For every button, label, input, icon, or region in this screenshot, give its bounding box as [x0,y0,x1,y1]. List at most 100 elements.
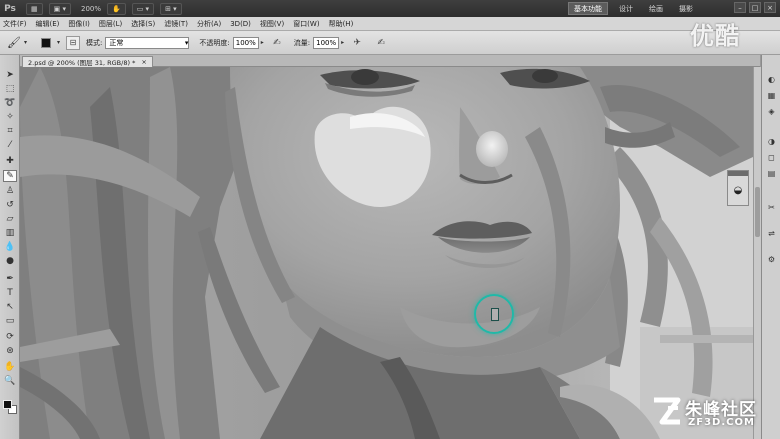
brush-picker-dropdown-icon[interactable]: ▾ [57,39,60,46]
eyedropper-tool-icon[interactable]: ⁄ [3,139,17,151]
path-selection-tool-icon[interactable]: ↖ [3,301,17,313]
close-icon[interactable]: × [141,58,146,66]
lasso-tool-icon[interactable]: ➰ [3,97,17,109]
opacity-label: 不透明度: [199,38,230,47]
chevron-down-icon: ▾ [184,38,189,47]
blur-tool-icon[interactable]: 💧 [3,241,17,253]
tool-options-bar: 🖌 ▾ ▾ ⊟ 模式: 正常 ▾ 不透明度: 100% ▸ ✍ 流量: 100%… [0,31,780,55]
menu-window[interactable]: 窗口(W) [293,19,319,29]
toolbox: ➤ ⬚ ➰ ✧ ⌗ ⁄ ✚ ✎ ♙ ↺ ▱ ▥ 💧 ● ✒ T ↖ ▭ ⟳ ⊛ … [0,55,20,439]
styles-panel-icon[interactable]: ◈ [765,105,778,118]
navigator-icon[interactable]: ◒ [729,182,747,198]
painting-artwork [20,67,753,439]
brush-size-swatch[interactable] [41,37,52,48]
menu-filter[interactable]: 滤镜(T) [164,19,188,29]
zf3d-site-url: ZF3D.COM [688,417,755,428]
app-bar: Ps ▦ ▣ ▾ 200% ✋ ▭ ▾ ⊞ ▾ 基本功能 设计 绘画 摄影 – … [0,0,780,17]
document-tab-bar: 2.psd @ 200% (图层 31, RGB/8) * × [20,55,760,67]
floating-panel-header[interactable] [728,171,748,176]
3d-rotate-tool-icon[interactable]: ⟳ [3,331,17,343]
blend-mode-select[interactable]: 正常 ▾ [105,36,190,49]
flow-input[interactable]: 100% [313,36,340,49]
clone-source-panel-icon[interactable]: ⚙ [765,253,778,266]
workspace-painting[interactable]: 绘画 [644,2,668,15]
workspace-design[interactable]: 设计 [614,2,638,15]
mode-label: 模式: [86,38,103,47]
menu-select[interactable]: 选择(S) [131,19,155,29]
quick-select-tool-icon[interactable]: ✧ [3,111,17,123]
healing-brush-tool-icon[interactable]: ✚ [3,155,17,167]
zoom-level[interactable]: 200% [81,5,101,13]
clone-stamp-tool-icon[interactable]: ♙ [3,185,17,197]
brush-preset-icon[interactable]: 🖌 [4,35,24,51]
scrollbar-thumb[interactable] [755,187,760,237]
brush-cursor-icon [491,308,499,321]
document-tab[interactable]: 2.psd @ 200% (图层 31, RGB/8) * × [22,56,153,67]
minimize-icon[interactable]: – [734,2,746,13]
menu-edit[interactable]: 编辑(E) [36,19,60,29]
close-icon[interactable]: × [764,2,776,13]
layers-panel-icon[interactable]: ▤ [765,167,778,180]
menu-analysis[interactable]: 分析(A) [197,19,221,29]
adjustments-panel-icon[interactable]: ◑ [765,135,778,148]
masks-panel-icon[interactable]: ◻ [765,151,778,164]
blend-mode-value: 正常 [109,38,124,47]
photoshop-window: Ps ▦ ▣ ▾ 200% ✋ ▭ ▾ ⊞ ▾ 基本功能 设计 绘画 摄影 – … [0,0,780,439]
arrange-documents-button[interactable]: ⊞ ▾ [160,2,182,15]
crop-tool-icon[interactable]: ⌗ [3,125,17,137]
canvas-area[interactable] [20,67,753,439]
gradient-tool-icon[interactable]: ▥ [3,227,17,239]
brush-panel-toggle-icon[interactable]: ⊟ [66,35,81,50]
youku-watermark: 优酷 [690,22,740,50]
opacity-input[interactable]: 100% [232,36,259,49]
vertical-scrollbar[interactable] [753,67,761,439]
workspace-essentials[interactable]: 基本功能 [568,2,608,15]
brush-preset-dropdown-icon[interactable]: ▾ [24,39,27,46]
workspace-switcher: 基本功能 设计 绘画 摄影 [568,2,698,15]
hand-tool-icon[interactable]: ✋ [3,361,17,373]
menu-bar: 文件(F) 编辑(E) 图像(I) 图层(L) 选择(S) 滤镜(T) 分析(A… [0,17,780,31]
pen-tool-icon[interactable]: ✒ [3,273,17,285]
zf3d-logo-icon [654,397,681,425]
brushes-panel-icon[interactable]: ✂ [765,201,778,214]
photoshop-logo: Ps [4,3,16,14]
dodge-tool-icon[interactable]: ● [3,255,17,267]
type-tool-icon[interactable]: T [3,287,17,299]
channels-panel-icon[interactable]: ⇌ [765,227,778,240]
menu-3d[interactable]: 3D(D) [230,20,251,28]
history-brush-tool-icon[interactable]: ↺ [3,199,17,211]
pressure-opacity-icon[interactable]: ✍ [270,36,284,50]
brush-cursor [474,294,514,334]
panel-dock: ◐ ▦ ◈ ◑ ◻ ▤ ✂ ⇌ ⚙ [761,55,780,439]
foreground-color-swatch[interactable] [3,400,12,409]
eraser-tool-icon[interactable]: ▱ [3,213,17,225]
flow-slider-icon[interactable]: ▸ [341,39,344,46]
zf3d-watermark: 朱峰社区 ZF3D.COM [652,393,777,435]
menu-file[interactable]: 文件(F) [3,19,27,29]
screen-mode-button[interactable]: ▭ ▾ [131,2,155,15]
menu-help[interactable]: 帮助(H) [329,19,354,29]
menu-image[interactable]: 图像(I) [68,19,90,29]
menu-layer[interactable]: 图层(L) [99,19,122,29]
color-panel-icon[interactable]: ◐ [765,73,778,86]
maximize-icon[interactable]: □ [749,2,761,13]
mini-bridge-button[interactable]: ▣ ▾ [48,2,71,15]
3d-orbit-tool-icon[interactable]: ⊛ [3,345,17,357]
document-tab-title: 2.psd @ 200% (图层 31, RGB/8) * [28,59,136,67]
opacity-slider-icon[interactable]: ▸ [261,39,264,46]
workspace-photography[interactable]: 摄影 [674,2,698,15]
zoom-tool-icon[interactable]: 🔍 [3,375,17,387]
brush-tool-icon[interactable]: ✎ [3,170,17,182]
floating-panel[interactable]: ◒ [727,170,749,206]
flow-label: 流量: [293,38,311,47]
hand-tool-button[interactable]: ✋ [107,2,126,15]
airbrush-icon[interactable]: ✈ [350,36,364,50]
marquee-tool-icon[interactable]: ⬚ [3,83,17,95]
shape-tool-icon[interactable]: ▭ [3,315,17,327]
window-controls: – □ × [734,2,776,13]
move-tool-icon[interactable]: ➤ [3,69,17,81]
swatches-panel-icon[interactable]: ▦ [765,89,778,102]
bridge-button[interactable]: ▦ [26,2,43,15]
menu-view[interactable]: 视图(V) [260,19,284,29]
pressure-size-icon[interactable]: ✍ [374,36,388,50]
